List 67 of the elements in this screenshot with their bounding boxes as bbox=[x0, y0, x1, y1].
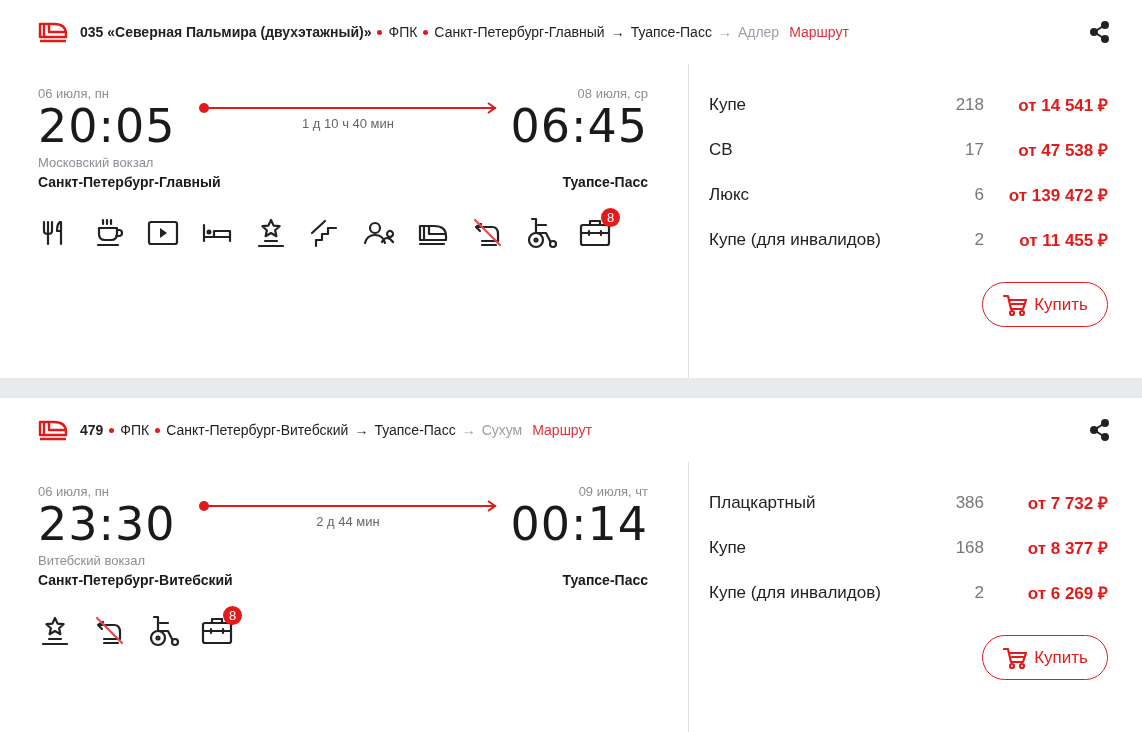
class-price: от 8 377 ₽ bbox=[1026, 538, 1108, 559]
route-final: Сухум bbox=[481, 422, 523, 438]
arrival-date: 08 июля, ср bbox=[577, 86, 648, 101]
separator-dot bbox=[377, 29, 383, 35]
route-final: Адлер bbox=[737, 24, 780, 40]
arrival-station: Туапсе-Пасс bbox=[562, 572, 648, 588]
class-name: Плацкартный bbox=[709, 492, 817, 513]
carrier-name: ФПК bbox=[120, 422, 150, 438]
route-from: Санкт-Петербург-Главный bbox=[434, 24, 605, 40]
route-arrow-text: → bbox=[717, 24, 732, 40]
arrival-date: 09 июля, чт bbox=[578, 484, 648, 499]
class-price: от 139 472 ₽ bbox=[1007, 185, 1108, 206]
departure-time: 23:30 bbox=[38, 499, 176, 549]
class-name: СВ bbox=[709, 139, 734, 160]
route-arrow-text: → bbox=[610, 24, 625, 40]
seat-count: 2 bbox=[973, 582, 984, 603]
departure-date: 06 июля, пн bbox=[38, 86, 109, 101]
seat-count: 17 bbox=[964, 139, 984, 160]
class-price: от 7 732 ₽ bbox=[1026, 493, 1108, 514]
station-note: Витебский вокзал bbox=[38, 553, 146, 568]
class-name: Купе (для инвалидов) bbox=[709, 229, 882, 250]
seat-count: 386 bbox=[954, 492, 984, 513]
seat-count: 6 bbox=[973, 184, 984, 205]
share-icon[interactable] bbox=[1090, 419, 1110, 441]
departure-station: Санкт-Петербург-Главный bbox=[38, 174, 221, 190]
train-number: 479 bbox=[80, 422, 104, 438]
route-from: Санкт-Петербург-Витебский bbox=[166, 422, 349, 438]
carrier-name: ФПК bbox=[388, 24, 418, 40]
train-logo-icon bbox=[38, 419, 68, 441]
count-badge: 8 bbox=[601, 208, 620, 227]
station-note: Московский вокзал bbox=[38, 155, 154, 170]
route-link[interactable]: Маршрут bbox=[789, 24, 849, 40]
class-price: от 11 455 ₽ bbox=[1018, 230, 1108, 251]
train-logo-icon bbox=[38, 21, 68, 43]
route-link[interactable]: Маршрут bbox=[532, 422, 592, 438]
arrival-station: Туапсе-Пасс bbox=[562, 174, 648, 190]
departure-station: Санкт-Петербург-Витебский bbox=[38, 572, 233, 588]
cart-icon bbox=[1002, 645, 1029, 670]
train-number: 035 «Северная Пальмира (двухэтажный)» bbox=[80, 24, 372, 40]
route-arrow-text: → bbox=[461, 422, 476, 438]
route-arrow-text: → bbox=[354, 422, 369, 438]
seat-count: 218 bbox=[954, 94, 984, 115]
class-name: Купе bbox=[709, 537, 748, 558]
duration: 1 д 10 ч 40 мин bbox=[302, 116, 394, 131]
count-badge: 8 bbox=[223, 606, 242, 625]
class-price: от 14 541 ₽ bbox=[1017, 95, 1108, 116]
class-name: Купе (для инвалидов) bbox=[709, 582, 882, 603]
duration: 2 д 44 мин bbox=[316, 514, 380, 529]
route-to: Туапсе-Пасс bbox=[630, 24, 712, 40]
buy-button[interactable]: Купить bbox=[982, 282, 1108, 327]
separator-dot bbox=[423, 29, 429, 35]
departure-date: 06 июля, пн bbox=[38, 484, 109, 499]
departure-time: 20:05 bbox=[38, 101, 176, 151]
class-name: Люкс bbox=[709, 184, 751, 205]
share-icon[interactable] bbox=[1090, 21, 1110, 43]
separator-dot bbox=[109, 427, 115, 433]
arrival-time: 06:45 bbox=[510, 101, 648, 151]
class-price: от 6 269 ₽ bbox=[1026, 583, 1108, 604]
route-to: Туапсе-Пасс bbox=[374, 422, 456, 438]
arrival-time: 00:14 bbox=[510, 499, 648, 549]
class-price: от 47 538 ₽ bbox=[1017, 140, 1108, 161]
separator-dot bbox=[155, 427, 161, 433]
cart-icon bbox=[1002, 292, 1029, 317]
class-name: Купе bbox=[709, 94, 748, 115]
seat-count: 2 bbox=[973, 229, 984, 250]
seat-count: 168 bbox=[954, 537, 984, 558]
buy-button[interactable]: Купить bbox=[982, 635, 1108, 680]
